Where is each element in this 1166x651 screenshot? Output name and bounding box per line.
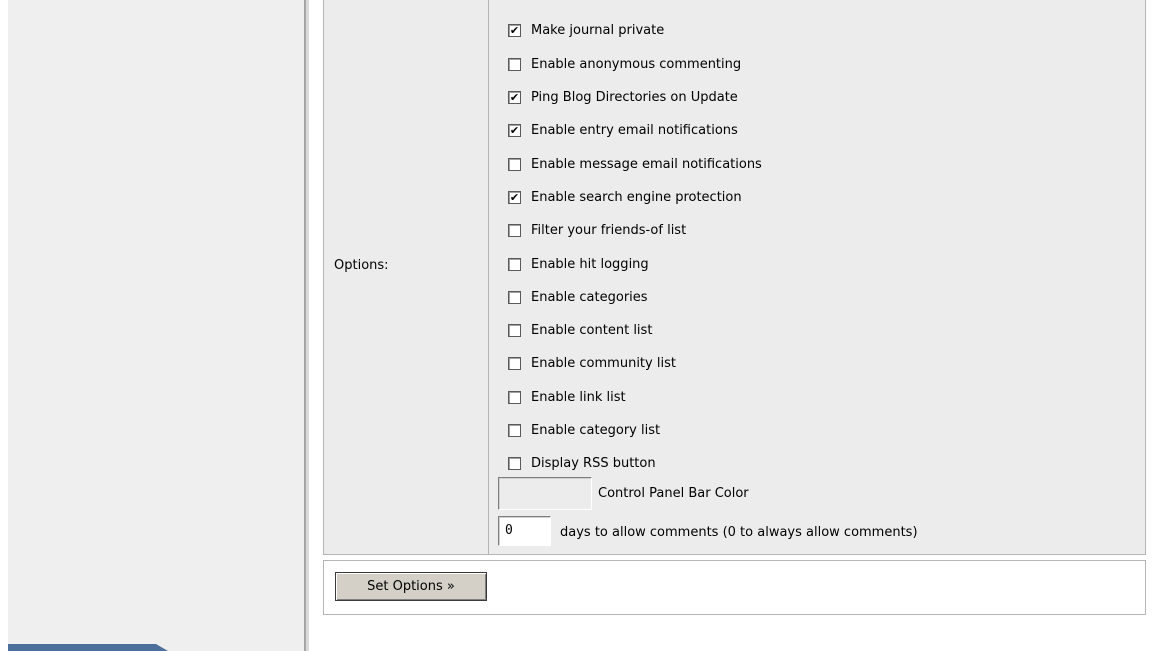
option-label: Enable entry email notifications <box>531 122 738 138</box>
option-label: Enable categories <box>531 289 648 305</box>
link-list-checkbox[interactable] <box>508 390 521 404</box>
option-label: Enable content list <box>531 322 653 338</box>
category-list-checkbox[interactable] <box>508 423 521 437</box>
option-make-journal-private[interactable]: Make journal private <box>508 20 664 40</box>
option-entry-email-notifications[interactable]: Enable entry email notifications <box>508 120 738 140</box>
option-label: Display RSS button <box>531 455 656 471</box>
entry-email-notifications-checkbox[interactable] <box>508 123 521 137</box>
control-panel-bar-color-label: Control Panel Bar Color <box>598 486 749 501</box>
make-journal-private-checkbox[interactable] <box>508 23 521 37</box>
sidebar-tab[interactable] <box>8 644 168 651</box>
filter-friends-of-list-checkbox[interactable] <box>508 223 521 237</box>
options-table: Options: Make journal private Enable ano… <box>323 0 1146 555</box>
options-label-cell: Options: <box>324 0 489 554</box>
option-label: Make journal private <box>531 22 665 38</box>
option-label: Enable hit logging <box>531 256 649 272</box>
option-label: Enable category list <box>531 422 661 438</box>
option-enable-anonymous-commenting[interactable]: Enable anonymous commenting <box>508 54 741 74</box>
option-link-list[interactable]: Enable link list <box>508 387 626 407</box>
message-email-notifications-checkbox[interactable] <box>508 157 521 171</box>
option-label: Enable search engine protection <box>531 189 742 205</box>
option-categories[interactable]: Enable categories <box>508 287 648 307</box>
option-label: Ping Blog Directories on Update <box>531 89 738 105</box>
search-engine-protection-checkbox[interactable] <box>508 190 521 204</box>
option-search-engine-protection[interactable]: Enable search engine protection <box>508 187 742 207</box>
set-options-button[interactable]: Set Options » <box>335 572 487 601</box>
actions-row: Set Options » <box>323 560 1146 615</box>
option-label: Enable community list <box>531 355 676 371</box>
options-page: Options: Make journal private Enable ano… <box>0 0 1166 651</box>
days-to-allow-comments-label: days to allow comments (0 to always allo… <box>560 525 918 540</box>
option-display-rss-button[interactable]: Display RSS button <box>508 453 656 473</box>
option-label: Enable anonymous commenting <box>531 56 742 72</box>
control-panel-bar-color-input[interactable] <box>498 477 592 510</box>
option-category-list[interactable]: Enable category list <box>508 420 660 440</box>
option-label: Enable message email notifications <box>531 156 762 172</box>
display-rss-button-checkbox[interactable] <box>508 456 521 470</box>
ping-blog-directories-checkbox[interactable] <box>508 90 521 104</box>
hit-logging-checkbox[interactable] <box>508 257 521 271</box>
categories-checkbox[interactable] <box>508 290 521 304</box>
option-label: Enable link list <box>531 389 626 405</box>
option-label: Filter your friends-of list <box>531 222 687 238</box>
option-message-email-notifications[interactable]: Enable message email notifications <box>508 154 762 174</box>
option-content-list[interactable]: Enable content list <box>508 320 652 340</box>
days-to-allow-comments-input[interactable]: 0 <box>498 516 551 546</box>
left-sidebar <box>8 0 304 651</box>
community-list-checkbox[interactable] <box>508 356 521 370</box>
option-hit-logging[interactable]: Enable hit logging <box>508 254 649 274</box>
enable-anonymous-commenting-checkbox[interactable] <box>508 57 521 71</box>
option-community-list[interactable]: Enable community list <box>508 353 676 373</box>
options-label: Options: <box>334 258 389 273</box>
option-ping-blog-directories[interactable]: Ping Blog Directories on Update <box>508 87 738 107</box>
content-list-checkbox[interactable] <box>508 323 521 337</box>
option-filter-friends-of-list[interactable]: Filter your friends-of list <box>508 220 686 240</box>
column-divider-shadow <box>306 0 309 651</box>
